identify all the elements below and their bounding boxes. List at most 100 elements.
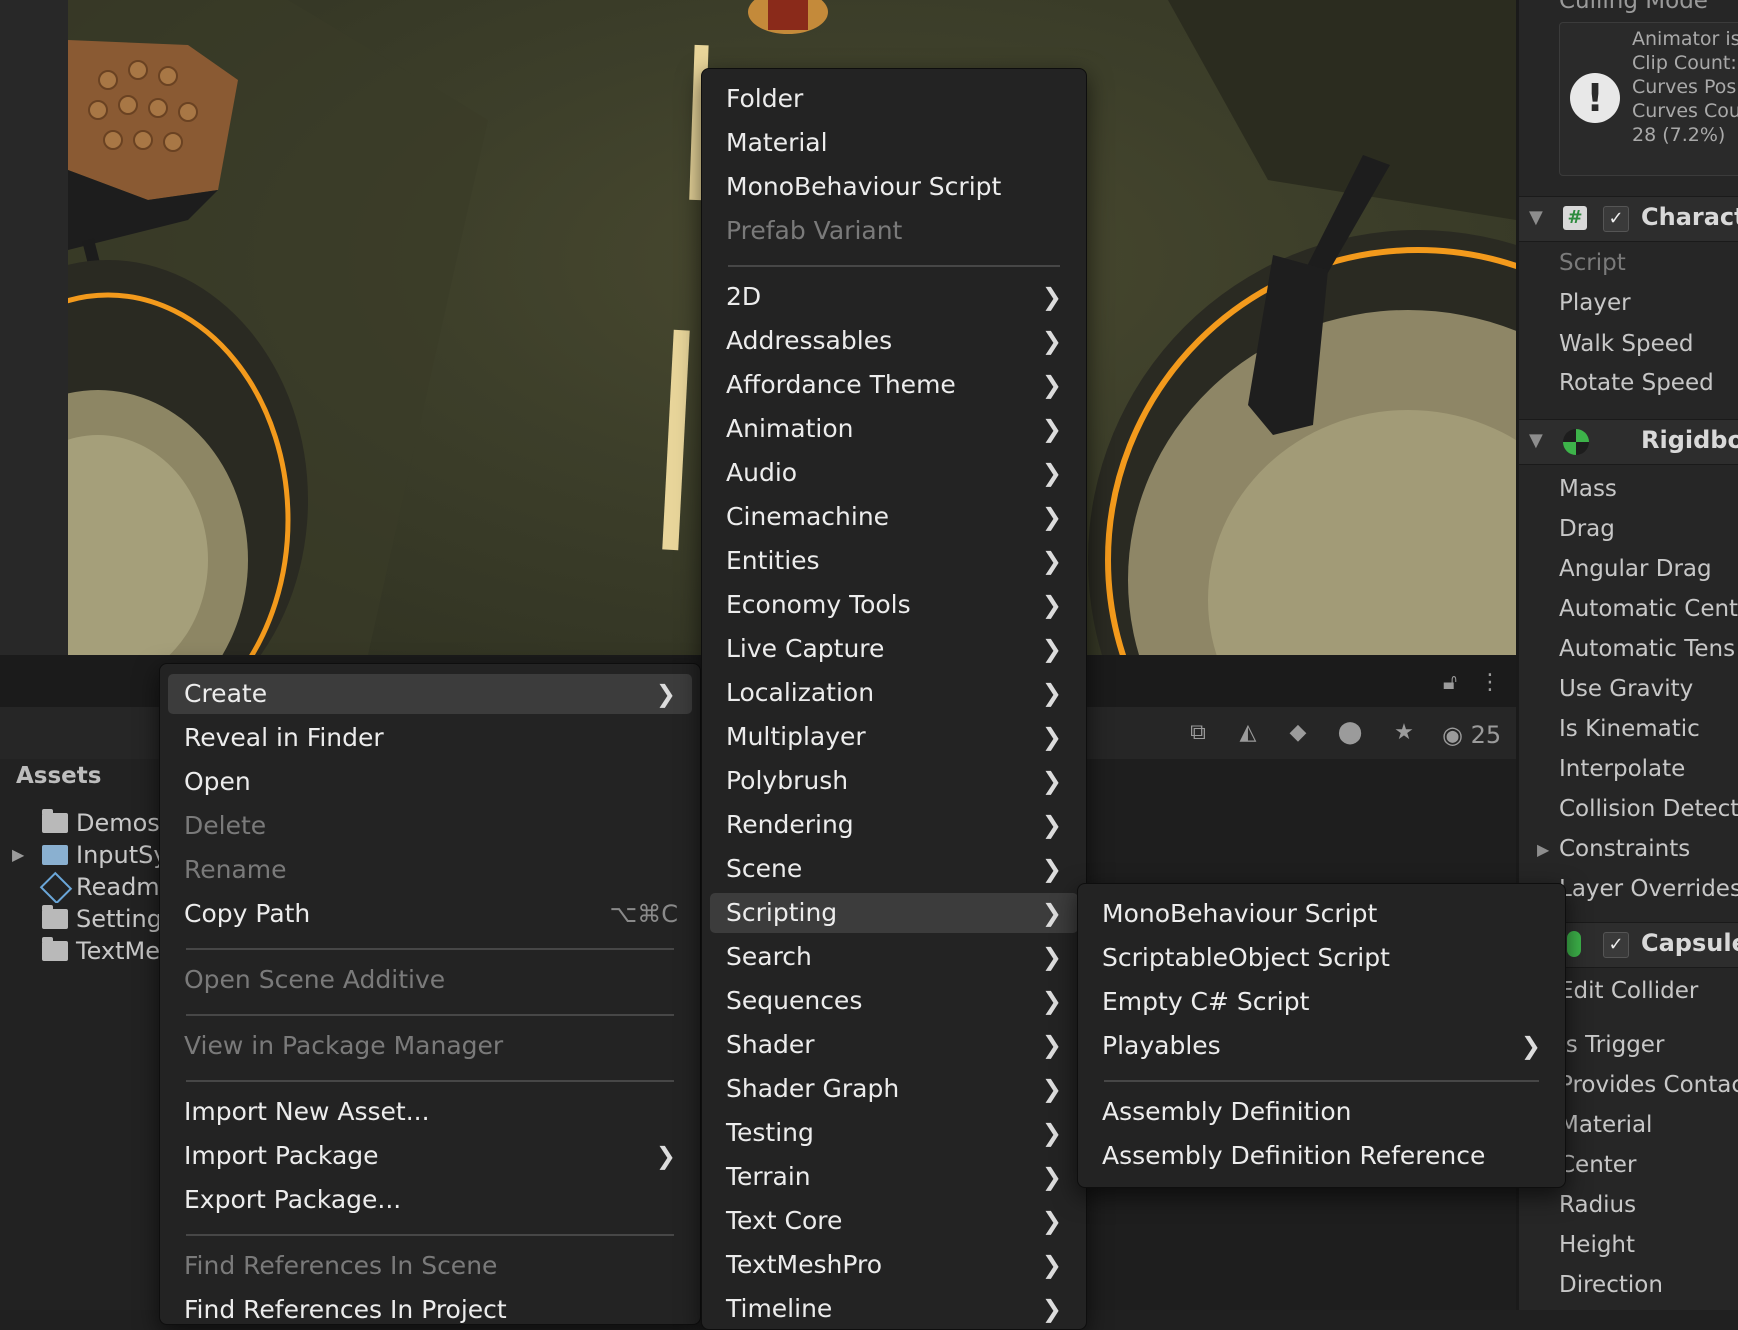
scripting-item-assembly-definition[interactable]: Assembly Definition: [1086, 1092, 1557, 1132]
menu-item-label: Terrain: [726, 1162, 811, 1191]
create-item-live-capture[interactable]: Live Capture ❯: [710, 629, 1078, 669]
folder-icon: [42, 937, 68, 961]
create-item-2d[interactable]: 2D ❯: [710, 277, 1078, 317]
field-label: Center: [1559, 1152, 1637, 1178]
create-item-scene[interactable]: Scene ❯: [710, 849, 1078, 889]
create-item-timeline[interactable]: Timeline ❯: [710, 1289, 1078, 1329]
character-component-header[interactable]: ▼ # ✓ Characte: [1519, 196, 1738, 242]
menu-item-find-references-in-scene[interactable]: Find References In Scene: [168, 1246, 692, 1286]
scripting-item-empty-c-script[interactable]: Empty C# Script: [1086, 982, 1557, 1022]
create-item-multiplayer[interactable]: Multiplayer ❯: [710, 717, 1078, 757]
create-item-folder[interactable]: Folder: [710, 79, 1078, 119]
create-item-cinemachine[interactable]: Cinemachine ❯: [710, 497, 1078, 537]
menu-item-label: Empty C# Script: [1102, 987, 1310, 1016]
create-item-scripting[interactable]: Scripting ❯: [710, 893, 1078, 933]
foldout-arrow-icon[interactable]: ▼: [1529, 430, 1543, 451]
menu-item-reveal-in-finder[interactable]: Reveal in Finder: [168, 718, 692, 758]
create-item-prefab-variant[interactable]: Prefab Variant: [710, 211, 1078, 251]
constraints-foldout[interactable]: ▶ Constraints: [1537, 836, 1691, 862]
create-item-sequences[interactable]: Sequences ❯: [710, 981, 1078, 1021]
create-item-terrain[interactable]: Terrain ❯: [710, 1157, 1078, 1197]
create-item-addressables[interactable]: Addressables ❯: [710, 321, 1078, 361]
field-label: Collision Detecti: [1559, 796, 1738, 822]
chevron-right-icon: ❯: [1041, 459, 1062, 487]
warning-icon: !: [1570, 73, 1620, 123]
chevron-right-icon: ❯: [1041, 899, 1062, 927]
menu-item-label: Rename: [184, 855, 287, 884]
menu-item-label: Material: [726, 128, 828, 157]
field-label: Is Trigger: [1559, 1032, 1665, 1058]
create-item-entities[interactable]: Entities ❯: [710, 541, 1078, 581]
expand-arrow-icon[interactable]: ▶: [12, 845, 24, 864]
field-label: Radius: [1559, 1192, 1637, 1218]
scripting-item-scriptableobject-script[interactable]: ScriptableObject Script: [1086, 938, 1557, 978]
menu-item-copy-path[interactable]: Copy Path ⌥⌘C: [168, 894, 692, 934]
create-item-animation[interactable]: Animation ❯: [710, 409, 1078, 449]
search-options-icon[interactable]: ⧉: [1184, 719, 1212, 747]
create-item-affordance-theme[interactable]: Affordance Theme ❯: [710, 365, 1078, 405]
menu-item-create[interactable]: Create ❯: [168, 674, 692, 714]
chevron-right-icon: ❯: [1041, 1163, 1062, 1191]
filter-by-label-icon[interactable]: ◆: [1284, 719, 1312, 747]
create-item-monobehaviour-script[interactable]: MonoBehaviour Script: [710, 167, 1078, 207]
create-item-economy-tools[interactable]: Economy Tools ❯: [710, 585, 1078, 625]
component-enabled-checkbox[interactable]: ✓: [1603, 206, 1629, 232]
lock-icon[interactable]: 🔓︎: [1436, 669, 1464, 697]
menu-item-export-package[interactable]: Export Package...: [168, 1180, 692, 1220]
scripting-item-assembly-definition-reference[interactable]: Assembly Definition Reference: [1086, 1136, 1557, 1176]
create-item-rendering[interactable]: Rendering ❯: [710, 805, 1078, 845]
field-label: Automatic Tens: [1559, 636, 1736, 662]
menu-item-rename[interactable]: Rename: [168, 850, 692, 890]
menu-item-label: Assembly Definition Reference: [1102, 1141, 1486, 1170]
field-label: Constraints: [1559, 836, 1691, 862]
menu-item-delete[interactable]: Delete: [168, 806, 692, 846]
tree-item-readme[interactable]: Readm: [0, 871, 160, 903]
create-item-testing[interactable]: Testing ❯: [710, 1113, 1078, 1153]
tree-item-demos[interactable]: Demos: [0, 807, 160, 839]
kebab-menu-icon[interactable]: ⋮: [1476, 669, 1504, 697]
scripting-item-monobehaviour-script[interactable]: MonoBehaviour Script: [1086, 894, 1557, 934]
foldout-arrow-icon[interactable]: ▼: [1529, 207, 1543, 228]
folder-icon: [42, 809, 68, 833]
chevron-right-icon: ❯: [1041, 943, 1062, 971]
create-item-shader[interactable]: Shader ❯: [710, 1025, 1078, 1065]
menu-item-open-scene-additive[interactable]: Open Scene Additive: [168, 960, 692, 1000]
chevron-right-icon: ❯: [1041, 1031, 1062, 1059]
tree-item-settings[interactable]: Setting: [0, 903, 160, 935]
menu-item-label: Delete: [184, 811, 267, 840]
menu-item-label: Open: [184, 767, 251, 796]
create-item-shader-graph[interactable]: Shader Graph ❯: [710, 1069, 1078, 1109]
create-item-text-core[interactable]: Text Core ❯: [710, 1201, 1078, 1241]
create-item-material[interactable]: Material: [710, 123, 1078, 163]
menu-item-label: Find References In Project: [184, 1295, 507, 1324]
component-title: Characte: [1641, 203, 1738, 231]
assets-header[interactable]: Assets: [16, 763, 101, 789]
foldout-arrow-icon[interactable]: ▶: [1537, 840, 1549, 859]
menu-item-import-new-asset[interactable]: Import New Asset...: [168, 1092, 692, 1132]
create-item-localization[interactable]: Localization ❯: [710, 673, 1078, 713]
favorites-star-icon[interactable]: ★: [1390, 719, 1418, 747]
menu-item-view-in-package-manager[interactable]: View in Package Manager: [168, 1026, 692, 1066]
menu-item-find-references-in-project[interactable]: Find References In Project: [168, 1290, 692, 1324]
create-item-polybrush[interactable]: Polybrush ❯: [710, 761, 1078, 801]
tree-item-inputsystem[interactable]: ▶ InputSy: [0, 839, 160, 871]
edit-collider-button[interactable]: Edit Collider: [1559, 978, 1698, 1004]
warning-filter-icon[interactable]: ⬤: [1336, 719, 1364, 747]
menu-item-label: Addressables: [726, 326, 893, 355]
scripting-item-playables[interactable]: Playables ❯: [1086, 1026, 1557, 1066]
create-item-search[interactable]: Search ❯: [710, 937, 1078, 977]
hidden-packages-toggle[interactable]: ◉ 25: [1442, 721, 1501, 749]
rigidbody-component-header[interactable]: ▼ Rigidboc: [1519, 419, 1738, 465]
menu-separator: [186, 1014, 674, 1016]
menu-item-open[interactable]: Open: [168, 762, 692, 802]
create-item-textmeshpro[interactable]: TextMeshPro ❯: [710, 1245, 1078, 1285]
tree-item-textmeshpro[interactable]: TextMe: [0, 935, 160, 967]
culling-mode-label: Culling Mode: [1559, 0, 1708, 14]
create-item-audio[interactable]: Audio ❯: [710, 453, 1078, 493]
menu-item-label: Folder: [726, 84, 804, 113]
rigidbody-icon: [1563, 429, 1589, 455]
filter-by-type-icon[interactable]: ◭: [1234, 719, 1262, 747]
menu-item-label: Text Core: [726, 1206, 843, 1235]
component-enabled-checkbox[interactable]: ✓: [1603, 932, 1629, 958]
menu-item-import-package[interactable]: Import Package ❯: [168, 1136, 692, 1176]
